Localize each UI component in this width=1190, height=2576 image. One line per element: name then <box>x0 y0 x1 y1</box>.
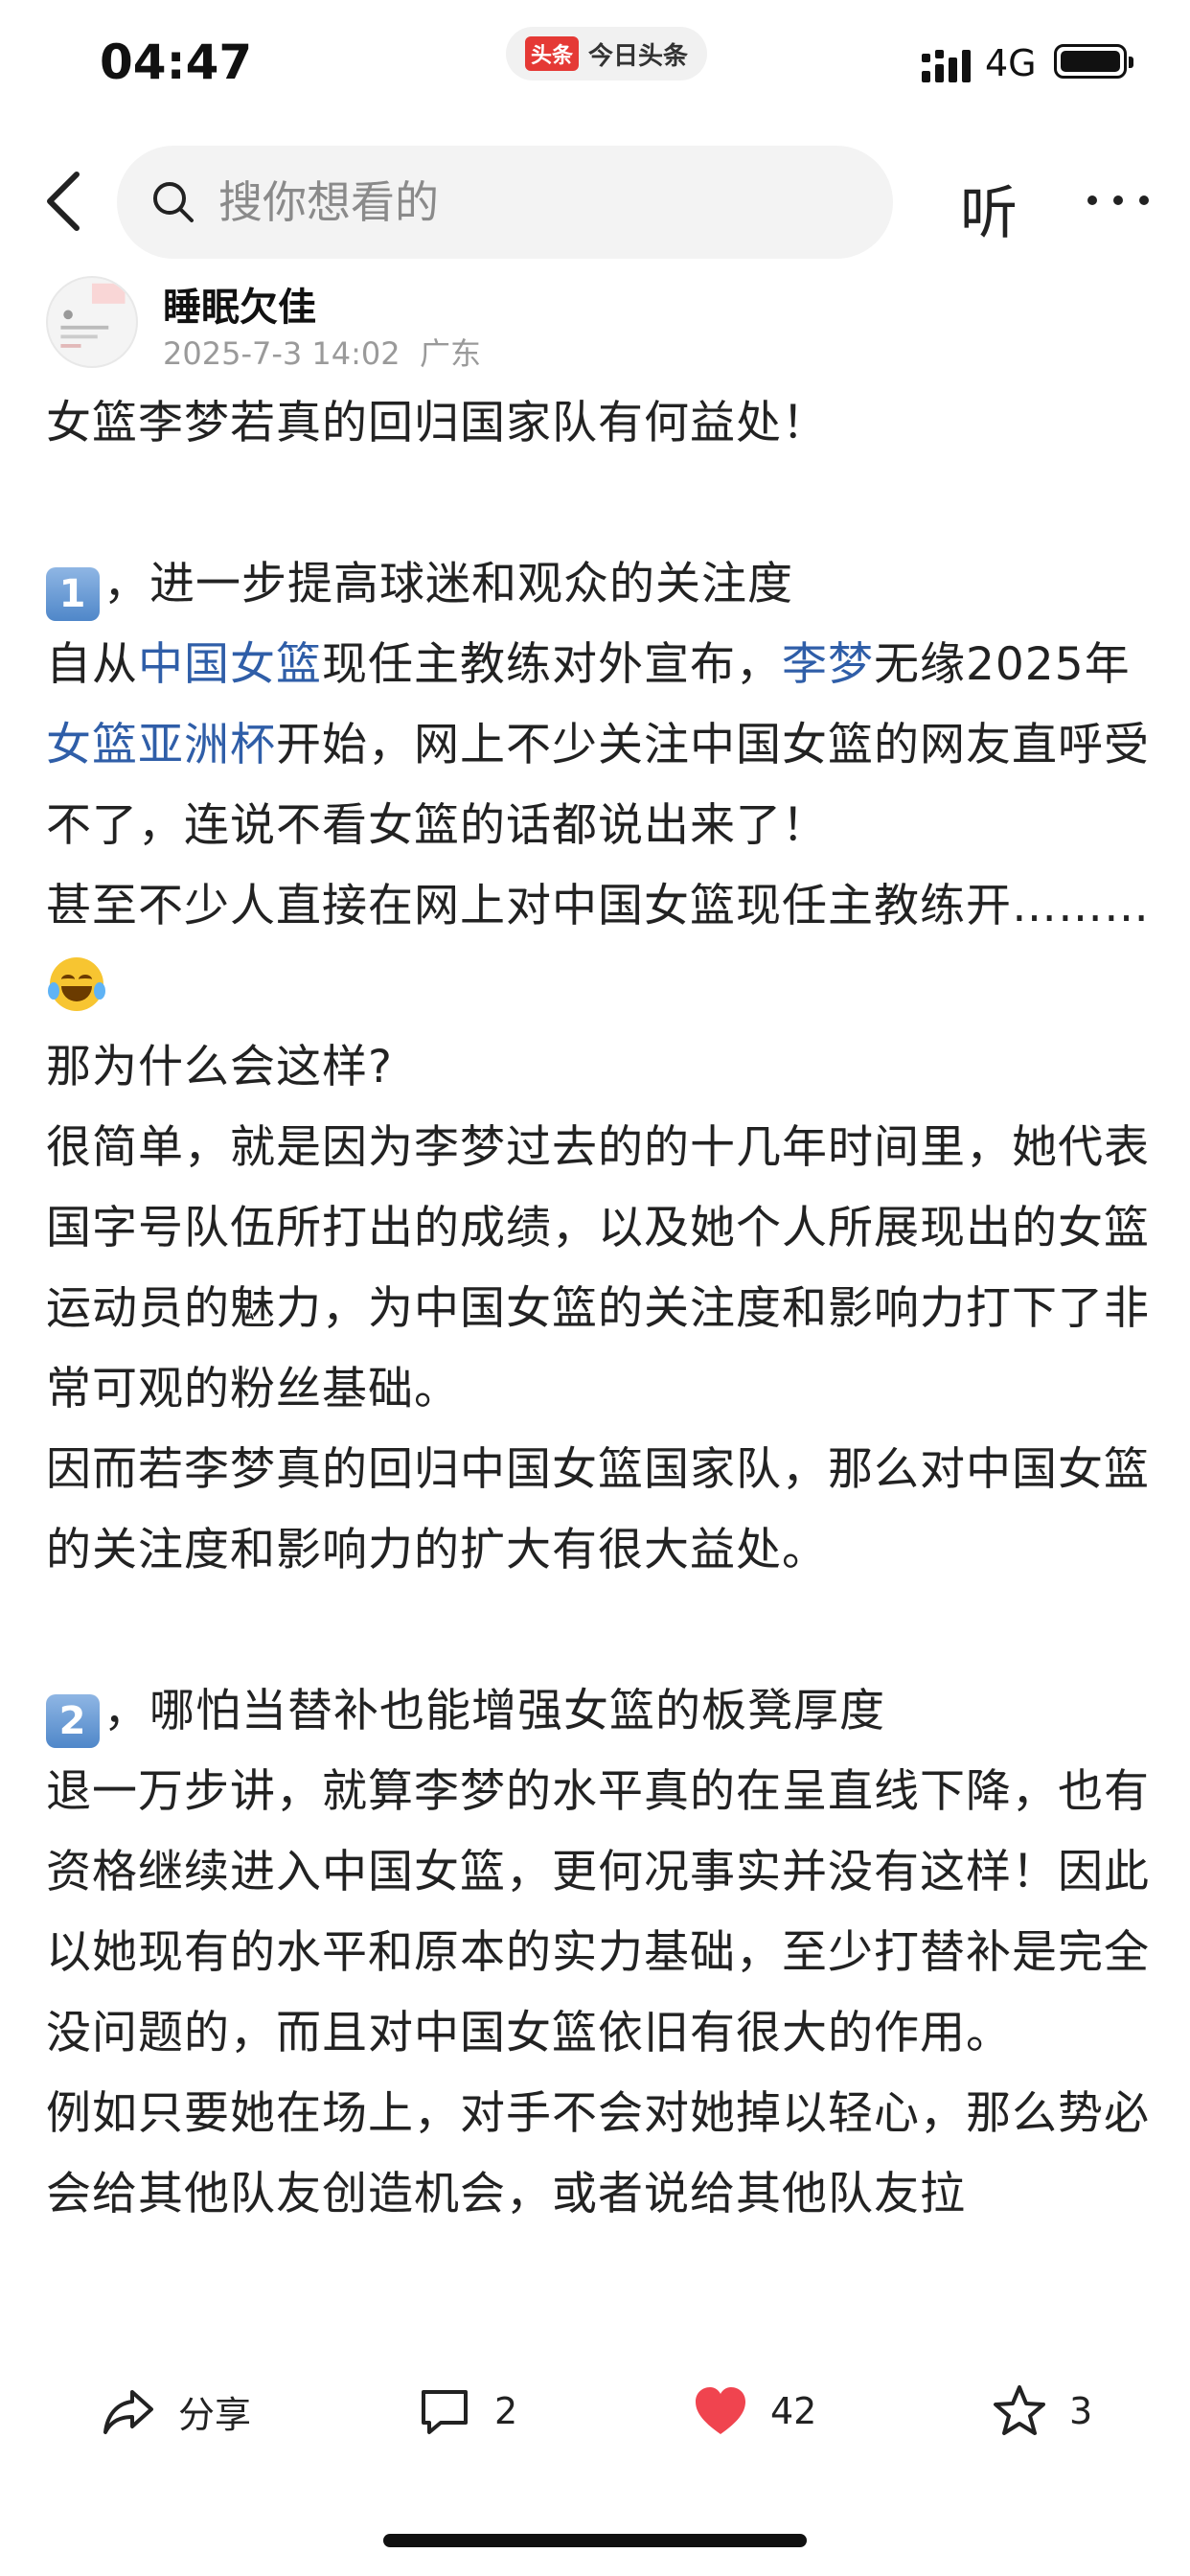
author-header: 睡眠欠佳 2025-7-3 14:02 广东 <box>0 276 1190 372</box>
network-type: 4G <box>985 42 1037 84</box>
toutiao-logo-icon: 头条 <box>525 36 580 71</box>
favorite-button[interactable]: 3 <box>991 2382 1092 2440</box>
post-date: 2025-7-3 14:02 <box>163 335 400 372</box>
link-chinese-womens-basketball[interactable]: 中国女篮 <box>138 638 322 691</box>
section-2-heading-text: ，哪怕当替补也能增强女篮的板凳厚度 <box>103 1685 885 1737</box>
comment-icon <box>422 2390 468 2434</box>
post-location: 广东 <box>419 335 481 372</box>
favorite-count: 3 <box>1069 2390 1093 2432</box>
paragraph-2-text: 甚至不少人直接在网上对中国女篮现任主教练开……… <box>46 880 1150 932</box>
link-womens-asia-cup[interactable]: 女篮亚洲杯 <box>46 719 276 771</box>
paragraph-7: 例如只要她在场上，对手不会对她掉以轻心，那么势必会给其他队友创造机会，或者说给其… <box>46 2087 1150 2220</box>
status-bar: 04:47 头条 今日头条 4G <box>0 0 1190 125</box>
search-input[interactable] <box>217 175 834 229</box>
article-body: 女篮李梦若真的回归国家队有何益处！ 1 ，进一步提高球迷和观众的关注度 自从中国女… <box>46 383 1157 2338</box>
like-button[interactable]: 42 <box>692 2382 816 2440</box>
search-bar[interactable] <box>117 146 893 259</box>
paragraph-1-text: 无缘2025年 <box>874 638 1131 691</box>
battery-icon <box>1054 44 1133 79</box>
section-1-heading-text: ，进一步提高球迷和观众的关注度 <box>103 558 793 610</box>
paragraph-2: 甚至不少人直接在网上对中国女篮现任主教练开……… <box>46 866 1157 1027</box>
section-1-heading: 1 ，进一步提高球迷和观众的关注度 <box>46 544 1157 625</box>
back-chevron-icon[interactable] <box>44 171 82 232</box>
laughing-tears-emoji-icon <box>48 957 105 1011</box>
comment-count: 2 <box>494 2390 518 2432</box>
listen-button[interactable]: 听 <box>960 167 1018 250</box>
paragraph-1-text: 现任主教练对外宣布， <box>322 638 782 691</box>
source-app-pill[interactable]: 头条 今日头条 <box>506 27 708 80</box>
heart-icon <box>696 2387 745 2434</box>
share-icon <box>103 2390 153 2434</box>
paragraph-4: 很简单，就是因为李梦过去的的十几年时间里，她代表国字号队伍所打出的成绩，以及她个… <box>46 1121 1150 1415</box>
comment-button[interactable]: 2 <box>416 2382 517 2440</box>
like-count: 42 <box>770 2390 817 2432</box>
article-title: 女篮李梦若真的回归国家队有何益处！ <box>46 397 828 449</box>
link-li-meng[interactable]: 李梦 <box>782 638 874 691</box>
share-label: 分享 <box>178 2393 252 2436</box>
search-icon <box>153 182 194 222</box>
top-nav: 听 <box>0 134 1190 268</box>
keycap-one-icon: 1 <box>46 567 100 621</box>
star-icon <box>994 2385 1045 2435</box>
paragraph-5: 因而若李梦真的回归中国女篮国家队，那么对中国女篮的关注度和影响力的扩大有很大益处… <box>46 1443 1150 1576</box>
share-button[interactable]: 分享 <box>100 2382 251 2440</box>
signal-icon <box>922 50 971 82</box>
paragraph-1: 自从中国女篮现任主教练对外宣布，李梦无缘2025年女篮亚洲杯开始，网上不少关注中… <box>46 625 1157 866</box>
status-time: 04:47 <box>100 34 253 90</box>
paragraph-1-text: 自从 <box>46 638 138 691</box>
more-dots-icon[interactable] <box>1085 176 1152 224</box>
section-2-heading: 2 ，哪怕当替补也能增强女篮的板凳厚度 <box>46 1671 1157 1752</box>
source-app-name: 今日头条 <box>588 41 689 71</box>
paragraph-6: 退一万步讲，就算李梦的水平真的在呈直线下降，也有资格继续进入中国女篮，更何况事实… <box>46 1765 1150 2059</box>
paragraph-3: 那为什么会这样? <box>46 1041 393 1093</box>
author-name[interactable]: 睡眠欠佳 <box>163 276 316 332</box>
post-meta: 2025-7-3 14:02 广东 <box>163 330 481 374</box>
bottom-action-bar: 分享 2 42 3 <box>0 2363 1190 2459</box>
author-avatar[interactable] <box>46 276 138 368</box>
keycap-two-icon: 2 <box>46 1694 100 1748</box>
home-indicator[interactable] <box>383 2534 807 2547</box>
